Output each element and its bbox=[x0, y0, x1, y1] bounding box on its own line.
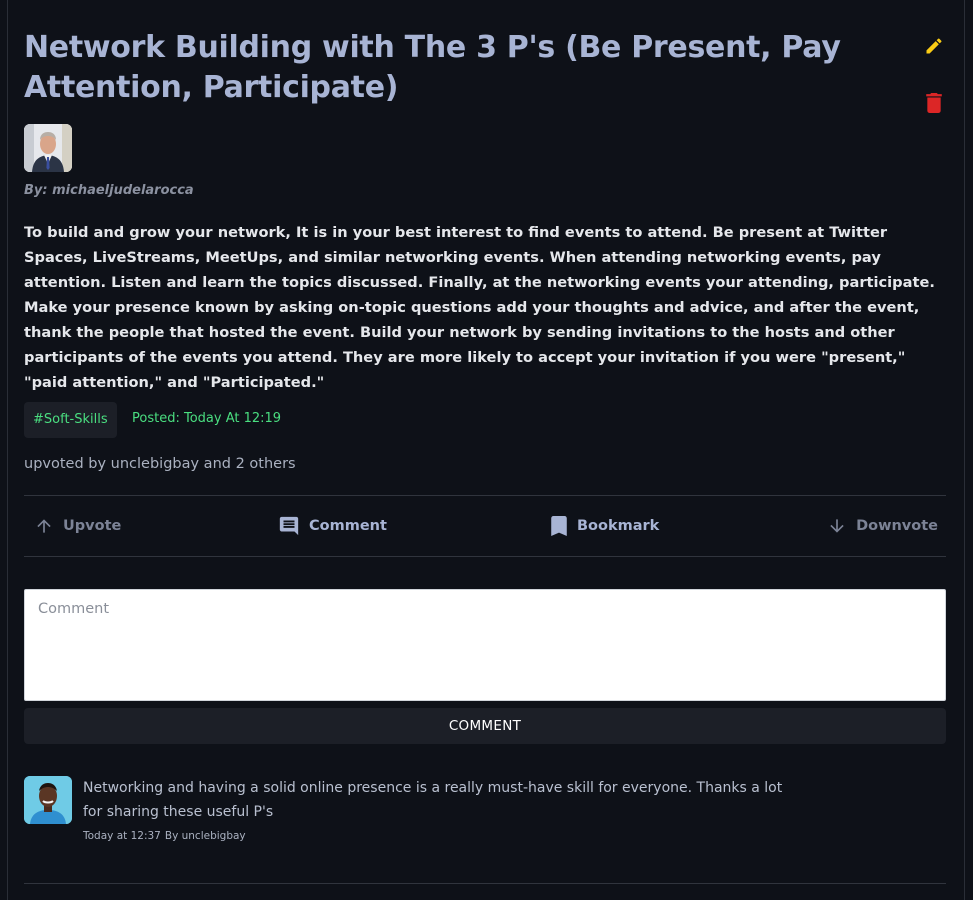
author-avatar-image bbox=[24, 124, 72, 172]
post-body: To build and grow your network, It is in… bbox=[24, 224, 935, 391]
bookmark-icon bbox=[551, 516, 567, 536]
post-actions-bar: Upvote Comment Bookmark Downvote bbox=[24, 496, 946, 556]
post-frame bbox=[7, 0, 965, 900]
upvote-button[interactable]: Upvote bbox=[34, 496, 121, 556]
commenter-avatar[interactable] bbox=[24, 776, 72, 824]
divider bbox=[24, 883, 946, 884]
post-title: Network Building with The 3 P's (Be Pres… bbox=[24, 30, 841, 105]
comment-text: Networking and having a solid online pre… bbox=[83, 780, 783, 820]
comment-submit-button[interactable]: COMMENT bbox=[24, 708, 946, 744]
upvoted-by-text[interactable]: upvoted by unclebigbay and 2 others bbox=[24, 456, 296, 472]
commenter-avatar-image bbox=[24, 776, 72, 824]
delete-button[interactable] bbox=[926, 93, 942, 113]
comment-icon bbox=[279, 516, 299, 536]
comment-time: Today at 12:37 bbox=[83, 830, 161, 842]
comment-author[interactable]: By unclebigbay bbox=[165, 830, 246, 842]
arrow-up-icon bbox=[37, 519, 51, 533]
downvote-label: Downvote bbox=[856, 518, 938, 534]
arrow-down-icon bbox=[830, 519, 844, 533]
edit-button[interactable] bbox=[924, 36, 944, 56]
post-author-byline[interactable]: By: michaeljudelarocca bbox=[24, 183, 194, 198]
divider bbox=[24, 556, 946, 557]
post-timestamp: Posted: Today At 12:19 bbox=[132, 411, 282, 426]
author-avatar[interactable] bbox=[24, 124, 72, 172]
comment-input[interactable] bbox=[24, 589, 946, 701]
bookmark-label: Bookmark bbox=[577, 518, 660, 534]
bookmark-button[interactable]: Bookmark bbox=[550, 496, 659, 556]
comment-button[interactable]: Comment bbox=[278, 496, 387, 556]
comment-meta: Today at 12:37 By unclebigbay bbox=[83, 830, 250, 842]
pencil-icon bbox=[926, 38, 942, 54]
trash-icon bbox=[926, 93, 942, 113]
tag-badge[interactable]: #Soft-Skills bbox=[24, 402, 117, 438]
downvote-button[interactable]: Downvote bbox=[827, 496, 938, 556]
upvote-label: Upvote bbox=[63, 518, 122, 534]
comment-label: Comment bbox=[309, 518, 387, 534]
